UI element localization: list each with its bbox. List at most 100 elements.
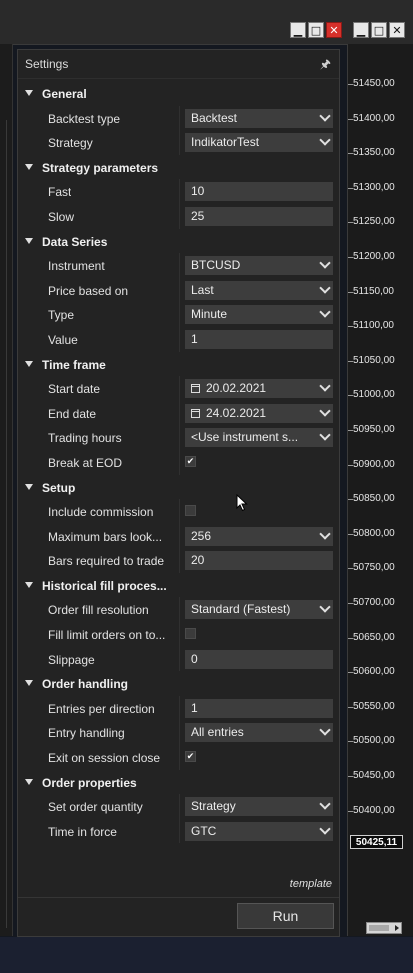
category-row[interactable]: Time frame (18, 352, 339, 377)
chevron-down-icon[interactable] (319, 405, 331, 417)
column-divider (179, 548, 180, 573)
dropdown-select[interactable]: Minute (185, 305, 333, 325)
category-row[interactable]: General (18, 81, 339, 106)
dropdown-select[interactable]: <Use instrument s... (185, 428, 333, 448)
column-divider (179, 425, 180, 450)
property-label: Start date (48, 382, 101, 397)
column-divider (179, 277, 180, 303)
dropdown-select[interactable]: IndikatorTest (185, 133, 333, 153)
price-label: 51450,00 (353, 78, 395, 89)
property-label: Maximum bars look... (48, 529, 163, 544)
template-link[interactable]: template (290, 878, 332, 890)
price-label: 50800,00 (353, 527, 395, 539)
text-input[interactable]: 25 (185, 206, 333, 226)
column-divider (179, 302, 180, 327)
chart-minimize-button[interactable]: ▁ (353, 22, 369, 38)
field-value: BTCUSD (191, 258, 241, 273)
text-input[interactable]: 1 (185, 329, 333, 349)
chevron-down-icon[interactable] (319, 134, 331, 146)
collapse-triangle-icon[interactable] (25, 483, 33, 490)
price-axis[interactable]: 50425,11 51450,00 51400,00 51350,00 51300,0… (347, 44, 413, 936)
checkbox[interactable] (185, 628, 196, 640)
text-input[interactable]: 10 (185, 182, 333, 202)
category-row[interactable]: Setup (18, 475, 339, 500)
price-label: 50650,00 (353, 631, 395, 643)
dropdown-select[interactable]: Backtest (185, 108, 333, 128)
scrollbar-thumb[interactable] (369, 925, 389, 931)
collapse-triangle-icon[interactable] (25, 360, 33, 367)
chevron-down-icon[interactable] (319, 724, 331, 737)
dropdown-select[interactable]: 256 (185, 526, 333, 546)
price-label: 51350,00 (353, 147, 395, 159)
category-row[interactable]: Order properties (18, 770, 339, 795)
scroll-right-arrow-icon[interactable] (395, 925, 399, 931)
chevron-down-icon[interactable] (319, 823, 331, 835)
collapse-triangle-icon[interactable] (25, 581, 33, 588)
category-row[interactable]: Historical fill proces... (18, 573, 339, 598)
pin-icon[interactable]: 🖈 (320, 50, 331, 78)
property-label: Instrument (48, 259, 105, 274)
category-label: Order properties (42, 775, 137, 790)
chevron-down-icon[interactable] (319, 601, 331, 614)
checkbox[interactable]: ✔ (185, 751, 196, 763)
collapse-triangle-icon[interactable] (25, 778, 33, 785)
chart-scrollbar[interactable] (366, 922, 402, 934)
property-row: Bars required to trade 20 (18, 548, 339, 573)
property-label: Slow (48, 209, 75, 224)
property-row: Price based on Last (18, 277, 339, 303)
property-label: Entries per direction (48, 701, 155, 716)
chevron-down-icon[interactable] (319, 528, 331, 540)
category-label: Order handling (42, 677, 129, 692)
text-input[interactable]: 1 (185, 698, 333, 718)
chevron-down-icon[interactable] (319, 380, 331, 392)
dropdown-select[interactable]: Last (185, 280, 333, 300)
dropdown-select[interactable]: Standard (Fastest) (185, 600, 333, 620)
chevron-down-icon[interactable] (319, 798, 331, 810)
chevron-down-icon[interactable] (319, 282, 331, 294)
column-divider (179, 597, 180, 623)
property-label: Price based on (48, 283, 129, 298)
column-divider (179, 105, 180, 131)
checkbox[interactable]: ✔ (185, 455, 196, 467)
category-row[interactable]: Order handling (18, 671, 339, 696)
field-value: Standard (Fastest) (191, 602, 291, 617)
price-label: 51150,00 (353, 285, 394, 297)
date-picker[interactable]: 20.02.2021 (185, 379, 333, 399)
dropdown-select[interactable]: GTC (185, 821, 333, 841)
field-value: GTC (191, 823, 217, 838)
chevron-down-icon[interactable] (319, 109, 331, 122)
chart-close-button[interactable]: ✕ (389, 22, 405, 38)
collapse-triangle-icon[interactable] (25, 90, 33, 96)
text-input[interactable]: 20 (185, 551, 333, 571)
property-label: Order fill resolution (48, 603, 149, 618)
chevron-down-icon[interactable] (319, 306, 331, 319)
collapse-triangle-icon[interactable] (25, 163, 33, 170)
column-divider (179, 203, 180, 229)
chevron-down-icon[interactable] (319, 257, 331, 269)
dropdown-select[interactable]: BTCUSD (185, 256, 333, 276)
close-button[interactable]: ✕ (326, 22, 342, 38)
chevron-down-icon[interactable] (319, 429, 331, 441)
dropdown-select[interactable]: Strategy (185, 797, 333, 817)
checkbox[interactable] (185, 505, 196, 517)
column-divider (179, 253, 180, 278)
settings-header: Settings 🖈 (18, 50, 339, 79)
chart-maximize-button[interactable]: □ (371, 22, 387, 38)
property-row: Instrument BTCUSD (18, 253, 339, 278)
run-button[interactable]: Run (237, 903, 334, 929)
category-row[interactable]: Data Series (18, 229, 339, 254)
property-grid: General Backtest type Backtest Strategy Indi… (18, 81, 339, 844)
field-value: Minute (191, 307, 228, 322)
property-row: Maximum bars look... 256 (18, 523, 339, 549)
category-row[interactable]: Strategy parameters (18, 155, 339, 180)
collapse-triangle-icon[interactable] (25, 680, 33, 687)
column-divider (179, 646, 180, 672)
dropdown-select[interactable]: All entries (185, 723, 333, 743)
collapse-triangle-icon[interactable] (25, 237, 33, 244)
date-picker[interactable]: 24.02.2021 (185, 403, 333, 423)
maximize-button[interactable]: □ (308, 22, 324, 38)
minimize-button[interactable]: ▁ (290, 22, 306, 38)
price-label: 51250,00 (353, 216, 395, 228)
property-label: Include commission (48, 505, 154, 520)
text-input[interactable]: 0 (185, 649, 333, 669)
